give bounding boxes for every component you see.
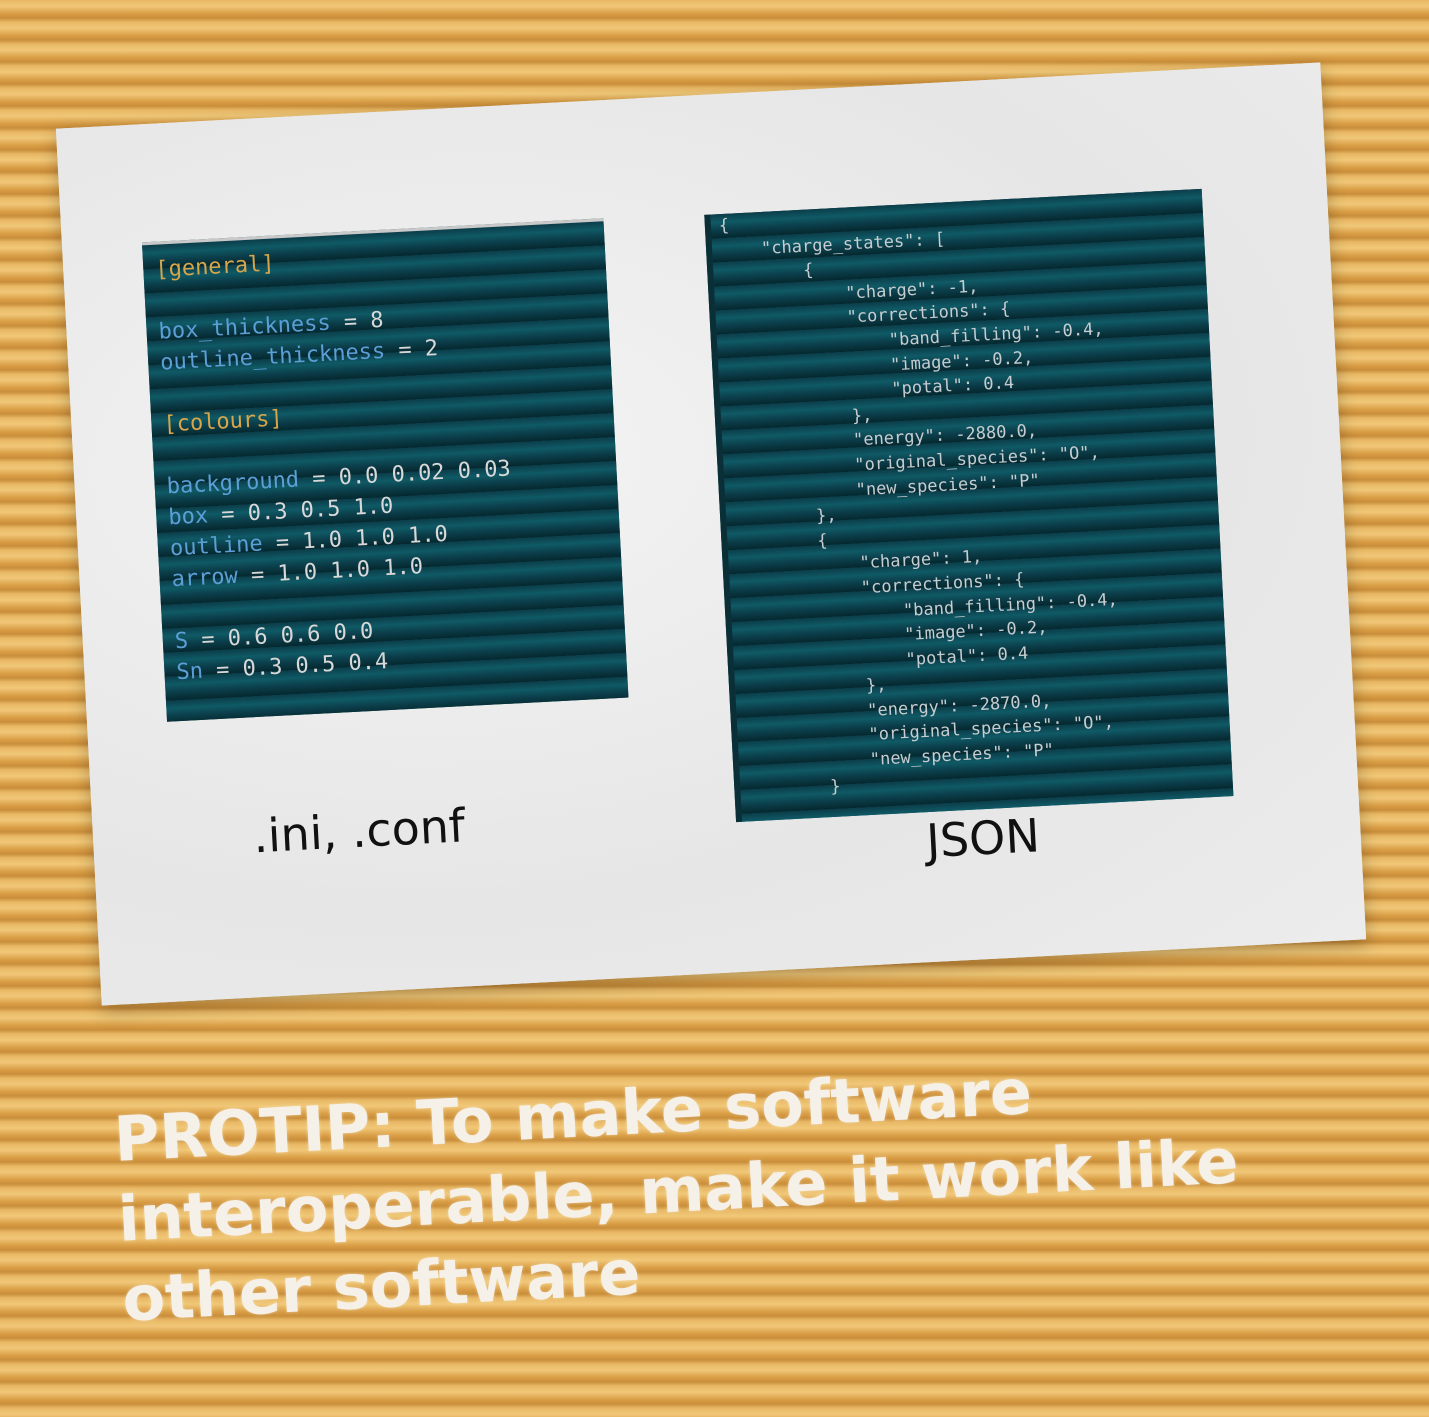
json-code-panel: { "charge_states": [ { "charge": -1, "co… — [704, 188, 1234, 823]
ini-section-header: [colours] — [162, 406, 284, 438]
ini-key: box — [167, 503, 209, 531]
ini-key: background — [166, 467, 300, 500]
ini-key: outline — [169, 531, 264, 562]
ini-key: arrow — [171, 563, 239, 593]
protip-text: PROTIP: To make software interoperable, … — [112, 1054, 1241, 1336]
ini-value: = 0.3 0.5 0.4 — [202, 649, 389, 684]
ini-code-panel: [general] box_thickness = 8 outline_thickn… — [141, 218, 629, 722]
ini-section-header: [general] — [154, 251, 276, 283]
ini-value: = 2 — [384, 336, 439, 364]
ini-key: Sn — [175, 658, 204, 686]
json-caption: JSON — [924, 808, 1042, 869]
ini-caption: .ini, .conf — [251, 798, 467, 864]
ini-value: = 8 — [329, 307, 385, 336]
comparison-card: [general] box_thickness = 8 outline_thickn… — [55, 62, 1367, 1006]
